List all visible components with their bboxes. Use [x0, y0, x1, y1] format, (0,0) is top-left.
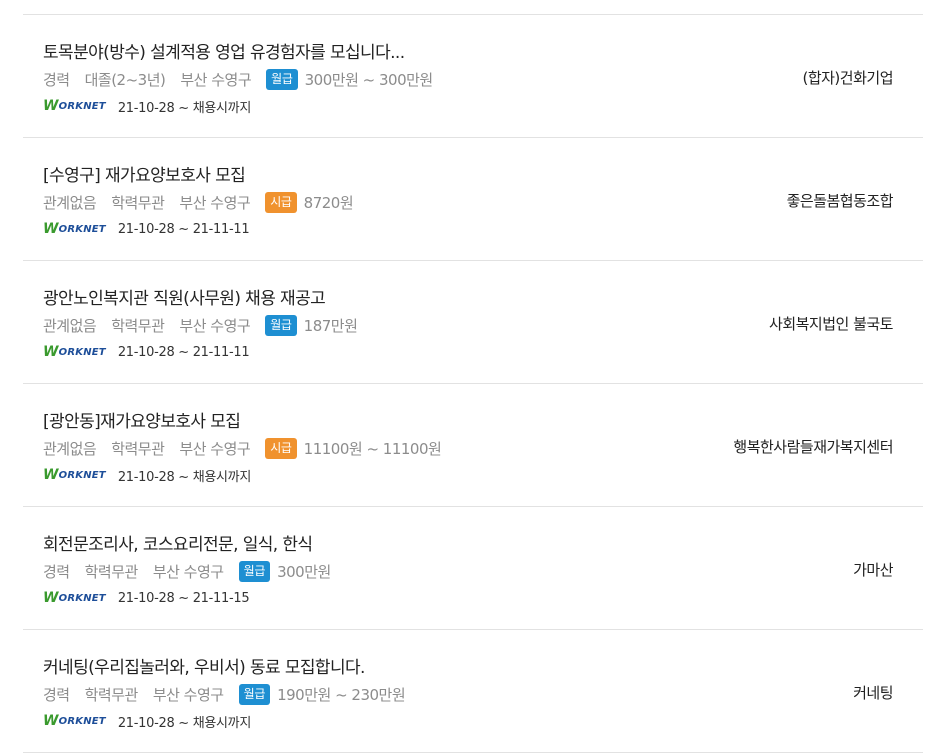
worknet-logo-icon: W ORKNET [43, 98, 106, 114]
education-requirement: 학력무관 [111, 193, 165, 212]
posting-period: 21-10-28 ~ 채용시까지 [117, 100, 251, 116]
job-source: W ORKNET 21-10-28 ~ 21-11-11 [43, 343, 250, 361]
job-meta: 경력 학력무관 부산 수영구 월급 300만원 [43, 560, 331, 582]
job-listing[interactable]: 커네팅(우리집놀러와, 우비서) 동료 모집합니다. 경력 학력무관 부산 수영… [23, 630, 923, 753]
job-source: W ORKNET 21-10-28 ~ 채용시까지 [43, 97, 251, 116]
job-meta: 경력 대졸(2~3년) 부산 수영구 월급 300만원 ~ 300만원 [43, 68, 433, 90]
education-requirement: 학력무관 [111, 316, 165, 335]
pay-type-badge: 시급 [265, 437, 297, 459]
pay-amount: 300만원 ~ 300만원 [304, 70, 434, 89]
job-source: W ORKNET 21-10-28 ~ 채용시까지 [43, 712, 251, 731]
work-location: 부산 수영구 [152, 562, 224, 581]
job-listing[interactable]: 토목분야(방수) 설계적용 영업 유경험자를 모십니다... 경력 대졸(2~3… [23, 15, 923, 138]
job-source: W ORKNET 21-10-28 ~ 21-11-15 [43, 589, 250, 607]
worknet-logo-w: W [43, 467, 59, 483]
worknet-logo-text: ORKNET [58, 715, 106, 727]
company-name[interactable]: (합자)건화기업 [802, 67, 893, 88]
company-name[interactable]: 좋은돌봄협동조합 [787, 190, 894, 211]
job-title[interactable]: 광안노인복지관 직원(사무원) 채용 재공고 [43, 284, 326, 309]
experience-requirement: 경력 [43, 685, 70, 704]
job-listing[interactable]: 광안노인복지관 직원(사무원) 채용 재공고 관계없음 학력무관 부산 수영구 … [23, 261, 923, 384]
job-list: 토목분야(방수) 설계적용 영업 유경험자를 모십니다... 경력 대졸(2~3… [23, 14, 923, 753]
education-requirement: 학력무관 [84, 562, 139, 581]
worknet-logo-text: ORKNET [58, 223, 106, 235]
company-name[interactable]: 가마산 [853, 559, 893, 580]
job-listing[interactable]: [광안동]재가요양보호사 모집 관계없음 학력무관 부산 수영구 시급 1110… [23, 384, 923, 507]
worknet-logo-icon: W ORKNET [43, 590, 106, 606]
pay-amount: 11100원 ~ 11100원 [303, 439, 442, 458]
job-meta: 관계없음 학력무관 부산 수영구 월급 187만원 [43, 314, 358, 336]
job-source: W ORKNET 21-10-28 ~ 21-11-11 [43, 220, 250, 238]
worknet-logo-icon: W ORKNET [43, 713, 106, 729]
job-meta: 관계없음 학력무관 부산 수영구 시급 11100원 ~ 11100원 [43, 437, 442, 459]
experience-requirement: 경력 [43, 70, 70, 89]
pay-amount: 190만원 ~ 230만원 [277, 685, 406, 704]
work-location: 부산 수영구 [179, 439, 251, 458]
pay-type-badge: 월급 [265, 314, 297, 336]
job-title[interactable]: [수영구] 재가요양보호사 모집 [43, 161, 246, 186]
work-location: 부산 수영구 [179, 193, 251, 212]
job-title[interactable]: 커네팅(우리집놀러와, 우비서) 동료 모집합니다. [43, 653, 365, 678]
work-location: 부산 수영구 [152, 685, 224, 704]
education-requirement: 학력무관 [84, 685, 139, 704]
company-name[interactable]: 커네팅 [853, 682, 893, 703]
job-source: W ORKNET 21-10-28 ~ 채용시까지 [43, 466, 251, 485]
pay-type-badge: 월급 [238, 560, 271, 582]
pay-amount: 300만원 [277, 562, 331, 581]
job-listing[interactable]: [수영구] 재가요양보호사 모집 관계없음 학력무관 부산 수영구 시급 872… [23, 138, 923, 261]
posting-period: 21-10-28 ~ 채용시까지 [117, 469, 251, 485]
worknet-logo-text: ORKNET [58, 469, 106, 481]
experience-requirement: 관계없음 [43, 316, 97, 335]
worknet-logo-w: W [43, 590, 59, 606]
worknet-logo-icon: W ORKNET [43, 344, 106, 360]
worknet-logo-text: ORKNET [58, 592, 106, 604]
education-requirement: 대졸(2~3년) [84, 70, 166, 89]
work-location: 부산 수영구 [180, 70, 252, 89]
worknet-logo-icon: W ORKNET [43, 467, 106, 483]
job-meta: 관계없음 학력무관 부산 수영구 시급 8720원 [43, 191, 354, 213]
worknet-logo-text: ORKNET [58, 100, 106, 112]
posting-period: 21-10-28 ~ 채용시까지 [117, 715, 251, 731]
worknet-logo-w: W [43, 221, 59, 237]
experience-requirement: 관계없음 [43, 439, 97, 458]
company-name[interactable]: 사회복지법인 불국토 [769, 313, 893, 334]
worknet-logo-w: W [43, 344, 59, 360]
worknet-logo-w: W [43, 98, 59, 114]
job-title[interactable]: [광안동]재가요양보호사 모집 [43, 407, 241, 432]
company-name[interactable]: 행복한사람들재가복지센터 [733, 436, 893, 457]
pay-type-badge: 월급 [266, 68, 298, 90]
worknet-logo-text: ORKNET [58, 346, 106, 358]
posting-period: 21-10-28 ~ 21-11-15 [117, 590, 250, 606]
job-listing[interactable]: 회전문조리사, 코스요리전문, 일식, 한식 경력 학력무관 부산 수영구 월급… [23, 507, 923, 630]
experience-requirement: 경력 [43, 562, 70, 581]
posting-period: 21-10-28 ~ 21-11-11 [117, 344, 250, 360]
worknet-logo-icon: W ORKNET [43, 221, 106, 237]
work-location: 부산 수영구 [179, 316, 251, 335]
pay-amount: 187만원 [303, 316, 358, 335]
job-meta: 경력 학력무관 부산 수영구 월급 190만원 ~ 230만원 [43, 683, 406, 705]
experience-requirement: 관계없음 [43, 193, 97, 212]
job-title[interactable]: 토목분야(방수) 설계적용 영업 유경험자를 모십니다... [43, 38, 405, 63]
pay-type-badge: 시급 [265, 191, 297, 213]
worknet-logo-w: W [43, 713, 59, 729]
education-requirement: 학력무관 [111, 439, 165, 458]
posting-period: 21-10-28 ~ 21-11-11 [117, 221, 250, 237]
pay-type-badge: 월급 [238, 683, 271, 705]
job-title[interactable]: 회전문조리사, 코스요리전문, 일식, 한식 [43, 530, 313, 555]
pay-amount: 8720원 [303, 193, 354, 212]
